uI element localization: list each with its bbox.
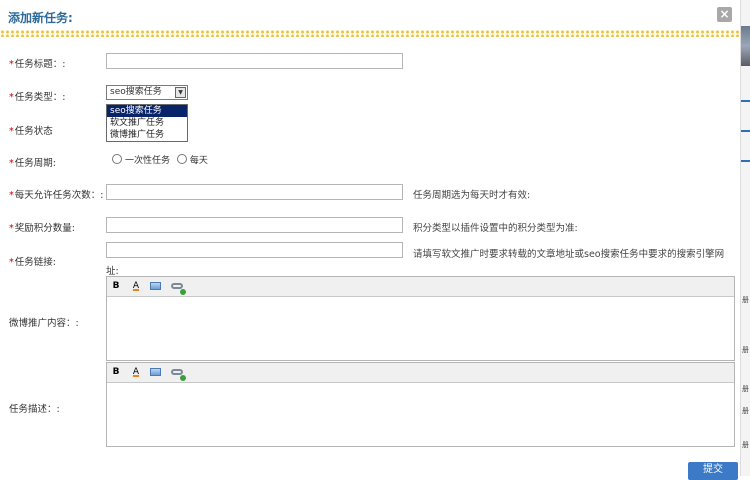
dialog-title: 添加新任务:	[8, 11, 73, 25]
task-link-input[interactable]	[106, 242, 403, 258]
task-type-option[interactable]: 软文推广任务	[107, 117, 187, 129]
task-link-label: *任务链接:	[9, 257, 56, 268]
task-period-radios: 一次性任务 每天	[112, 153, 208, 166]
points-input[interactable]	[106, 217, 403, 233]
task-period-label: *任务周期:	[9, 158, 56, 169]
chevron-down-icon[interactable]: ▼	[175, 87, 186, 98]
bold-button[interactable]: B	[110, 281, 122, 292]
editor-toolbar: B A	[107, 277, 734, 297]
weibo-content-textarea[interactable]	[107, 297, 734, 361]
background-accent	[741, 130, 750, 132]
weibo-content-label: 微博推广内容：:	[9, 318, 79, 329]
weibo-content-editor: B A	[106, 276, 735, 361]
task-link-hint: 请填写软文推广时要求转载的文章地址或seo搜索任务中要求的搜索引擎网	[413, 249, 725, 260]
link-icon[interactable]	[171, 281, 186, 295]
task-type-label: *任务类型：:	[9, 92, 66, 103]
task-type-option[interactable]: 微博推广任务	[107, 129, 187, 141]
task-type-select[interactable]: seo搜索任务 ▼	[106, 85, 188, 100]
task-type-selected: seo搜索任务	[110, 87, 162, 97]
image-icon[interactable]	[150, 367, 162, 378]
task-desc-label: 任务描述：:	[9, 404, 60, 415]
image-icon[interactable]	[150, 281, 162, 292]
editor-toolbar: B A	[107, 363, 734, 383]
task-desc-textarea[interactable]	[107, 383, 734, 447]
background-page-strip: 册 册 册 册 册	[740, 0, 750, 476]
background-glyph: 册	[742, 346, 749, 354]
background-glyph: 册	[742, 385, 749, 393]
add-task-dialog: 添加新任务: × *任务标题：: *任务类型：: seo搜索任务 ▼ seo搜索…	[0, 0, 740, 480]
close-icon[interactable]: ×	[717, 7, 732, 22]
font-color-button[interactable]: A	[130, 281, 142, 292]
daily-count-label: *每天允许任务次数：:	[9, 190, 104, 201]
task-type-option[interactable]: seo搜索任务	[107, 105, 187, 117]
task-desc-editor: B A	[106, 362, 735, 447]
radio-once-label: 一次性任务	[125, 156, 171, 166]
font-color-button[interactable]: A	[130, 367, 142, 378]
task-title-input[interactable]	[106, 53, 403, 69]
link-icon[interactable]	[171, 367, 186, 381]
task-title-label: *任务标题：:	[9, 59, 66, 70]
background-glyph: 册	[742, 407, 749, 415]
bold-button[interactable]: B	[110, 367, 122, 378]
task-status-label: *任务状态	[9, 126, 53, 137]
radio-daily[interactable]	[176, 154, 187, 164]
points-label: *奖励积分数量:	[9, 223, 75, 234]
task-type-dropdown: seo搜索任务 软文推广任务 微博推广任务	[106, 104, 188, 142]
background-accent	[741, 160, 750, 162]
background-glyph: 册	[742, 296, 749, 304]
radio-once[interactable]	[112, 154, 122, 164]
background-thumbnail	[741, 26, 750, 66]
background-accent	[741, 100, 750, 102]
submit-button[interactable]: 提交	[688, 462, 738, 480]
points-hint: 积分类型以插件设置中的积分类型为准:	[413, 223, 578, 234]
task-link-hint-cont: 址:	[106, 266, 119, 277]
radio-daily-label: 每天	[189, 156, 208, 166]
daily-count-hint: 任务周期选为每天时才有效:	[413, 190, 531, 201]
daily-count-input[interactable]	[106, 184, 403, 200]
dotted-divider	[0, 30, 740, 37]
background-glyph: 册	[742, 441, 749, 449]
